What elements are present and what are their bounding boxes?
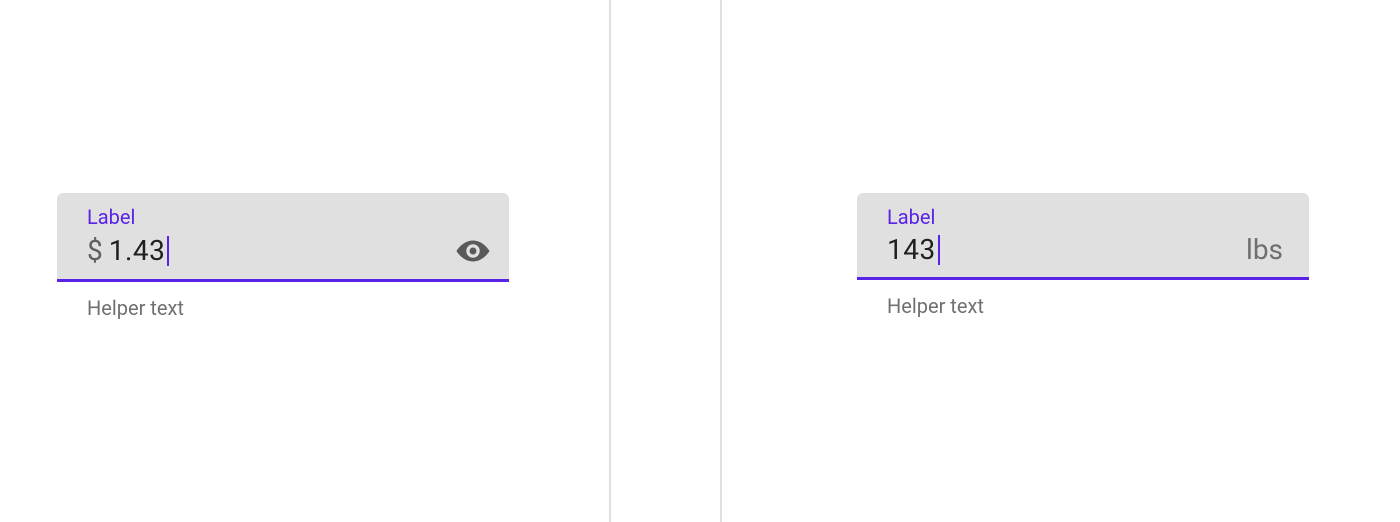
- field-value: 1.43: [109, 234, 166, 268]
- field-label: Label: [87, 205, 491, 229]
- helper-text: Helper text: [887, 294, 1309, 318]
- helper-text: Helper text: [87, 296, 509, 320]
- unit-suffix: lbs: [1246, 233, 1291, 267]
- divider-vertical-1: [609, 0, 611, 522]
- field-value: 143: [887, 233, 936, 267]
- text-field-weight[interactable]: Label 143 lbs: [857, 193, 1309, 280]
- field-value-row: $ 1.43: [87, 233, 491, 269]
- text-field-currency[interactable]: Label $ 1.43: [57, 193, 509, 282]
- text-caret: [167, 236, 169, 266]
- field-value-row: 143 lbs: [887, 233, 1291, 267]
- field-label: Label: [887, 205, 1291, 229]
- visibility-icon[interactable]: [455, 233, 491, 269]
- text-field-currency-wrap: Label $ 1.43 Helper text: [57, 193, 509, 320]
- divider-vertical-2: [720, 0, 722, 522]
- currency-prefix: $: [87, 234, 103, 268]
- text-caret: [938, 235, 940, 265]
- text-field-weight-wrap: Label 143 lbs Helper text: [857, 193, 1309, 318]
